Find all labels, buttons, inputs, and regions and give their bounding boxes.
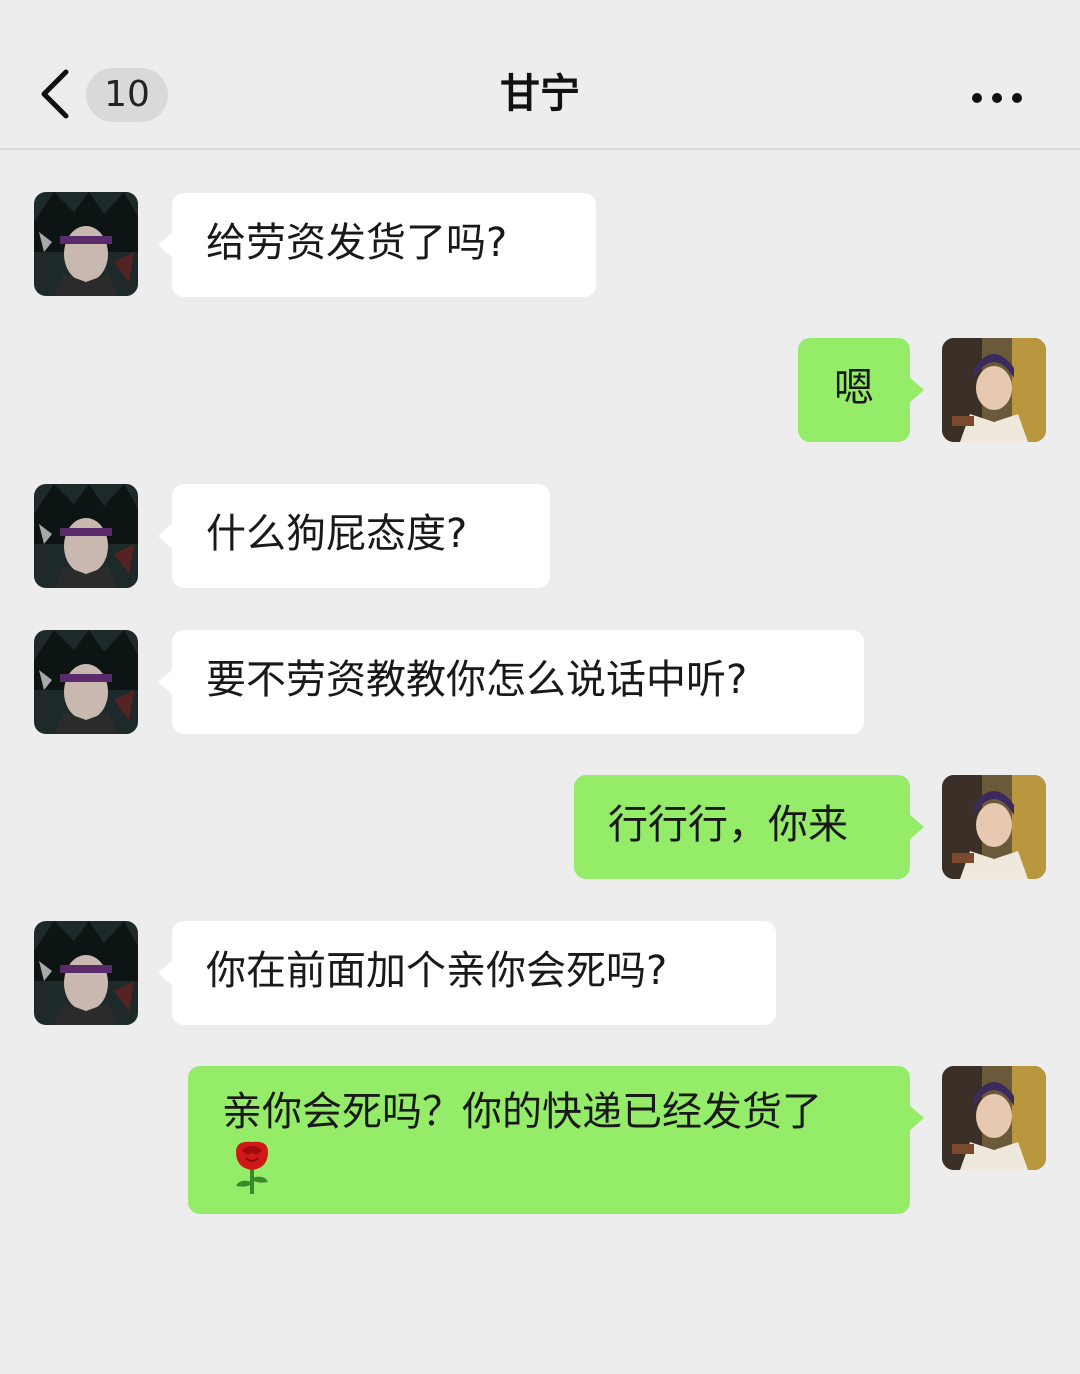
- message-bubble-incoming[interactable]: 要不劳资教教你怎么说话中听?: [158, 630, 864, 734]
- more-button[interactable]: [962, 78, 1032, 118]
- contact-avatar[interactable]: [34, 630, 138, 734]
- contact-avatar[interactable]: [34, 192, 138, 296]
- message-bubble-incoming[interactable]: 你在前面加个亲你会死吗?: [158, 921, 776, 1025]
- my-avatar[interactable]: [942, 775, 1046, 879]
- my-avatar[interactable]: [942, 338, 1046, 442]
- contact-avatar[interactable]: [34, 921, 138, 1025]
- chat-header: 10 甘宁: [0, 0, 1080, 150]
- chat-title: 甘宁: [500, 71, 580, 117]
- message-bubble-outgoing[interactable]: 行行行，你来: [574, 775, 924, 879]
- contact-avatar[interactable]: [34, 484, 138, 588]
- message-bubble-incoming[interactable]: 什么狗屁态度?: [158, 484, 550, 588]
- message-text: 亲你会死吗？你的快递已经发货了: [222, 1089, 822, 1135]
- message-bubble-incoming[interactable]: 给劳资发货了吗?: [158, 193, 596, 297]
- message-bubble-outgoing[interactable]: 亲你会死吗？你的快递已经发货了: [188, 1066, 924, 1214]
- my-avatar[interactable]: [942, 1066, 1046, 1170]
- message-bubble-outgoing[interactable]: 嗯: [798, 338, 924, 442]
- rose-icon: [226, 1138, 278, 1196]
- more-dots-icon: [972, 93, 1022, 103]
